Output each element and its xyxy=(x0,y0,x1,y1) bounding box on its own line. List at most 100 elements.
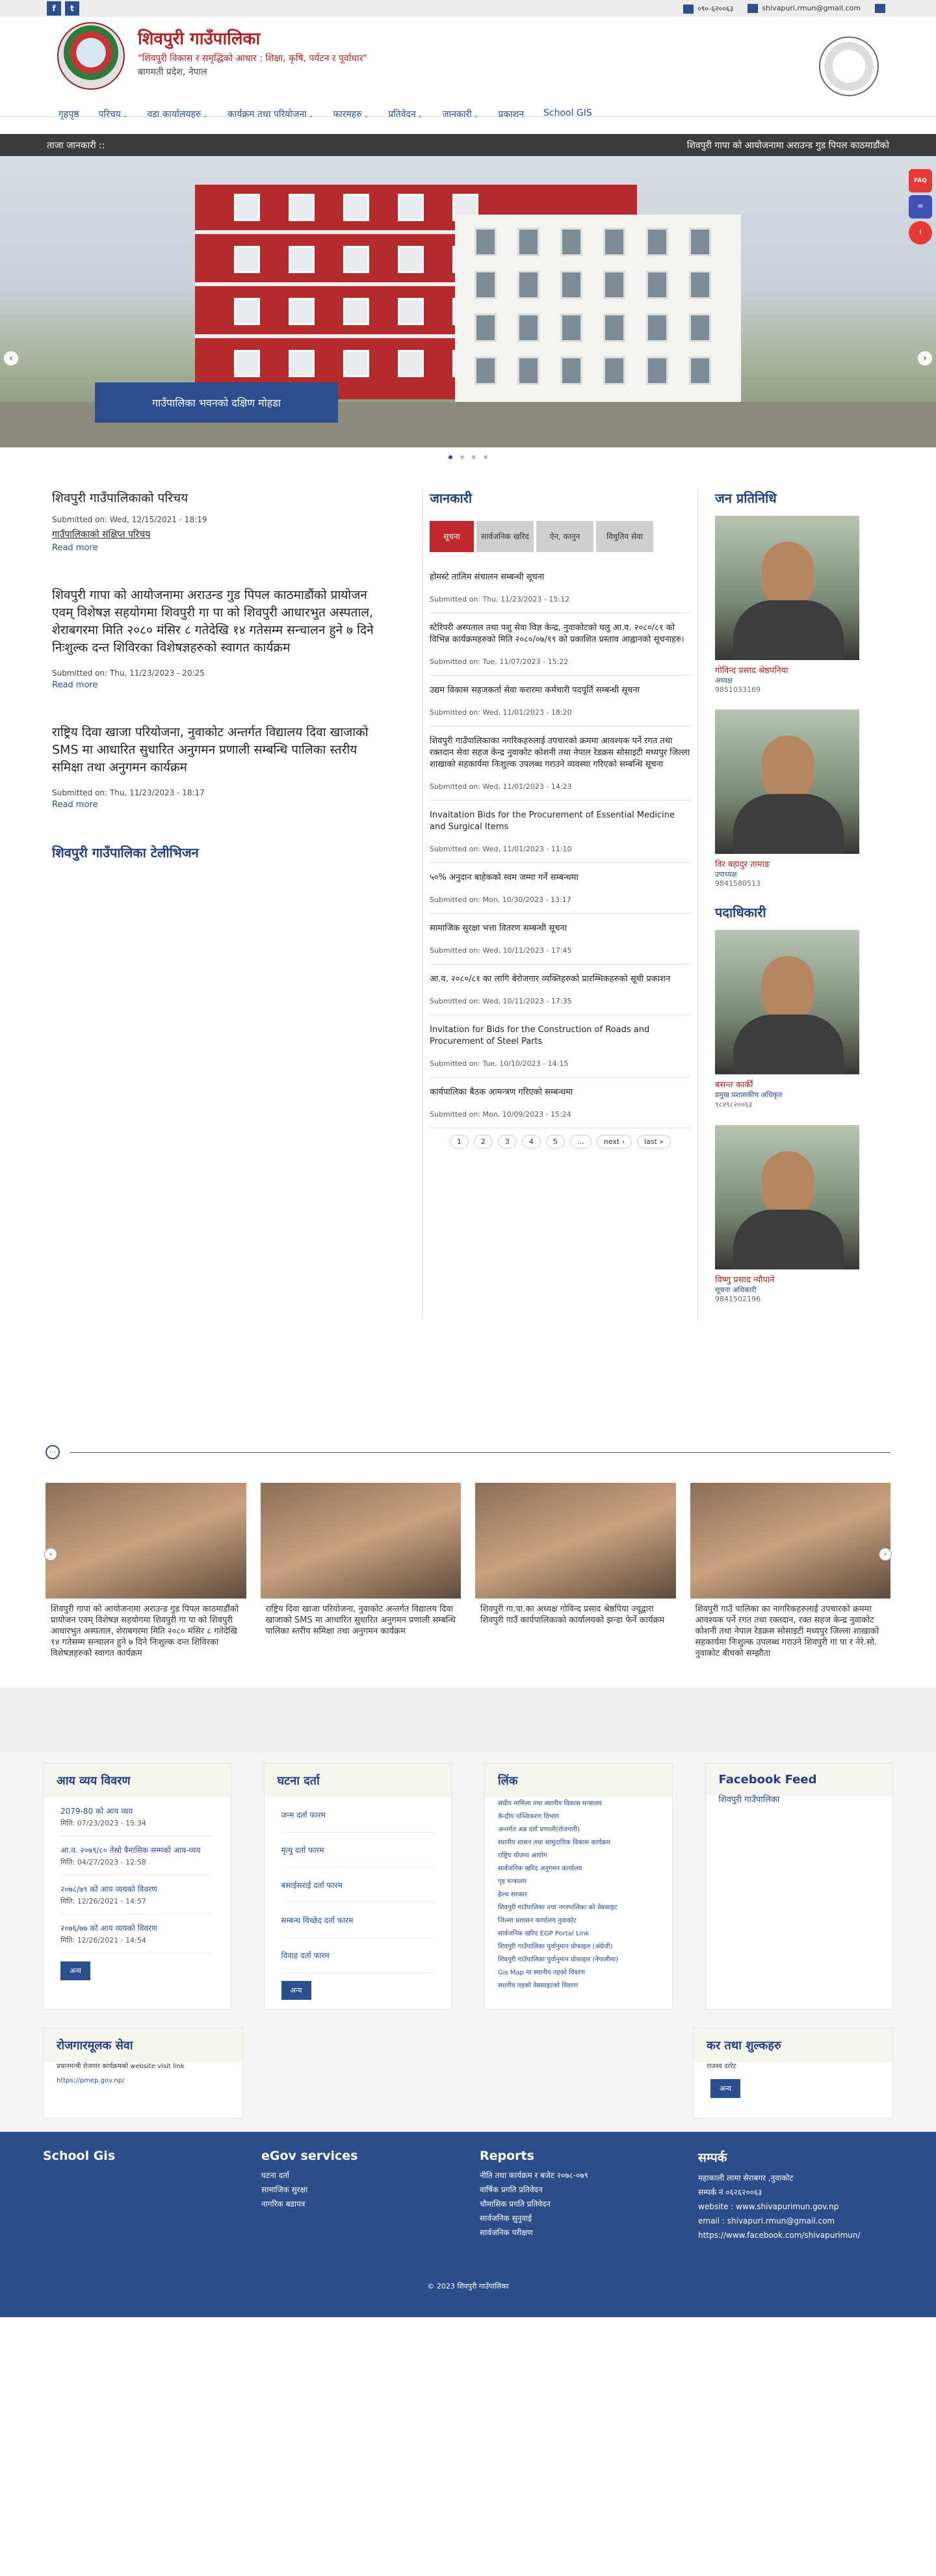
gallery-card[interactable]: शिवपुरी गाउँ पालिका का नागरिकहरुलाई उपचा… xyxy=(690,1483,890,1659)
slider-dot[interactable] xyxy=(448,455,452,459)
link-item[interactable]: केन्द्रीय पञ्जिकरण विभाग xyxy=(498,1811,659,1824)
nepal-emblem-logo[interactable] xyxy=(57,22,125,90)
link-item[interactable]: जिल्ला प्रशासन कार्यालय नुवाकोट xyxy=(498,1915,659,1928)
footer-link[interactable]: website : www.shivapurimun.gov.np xyxy=(698,2199,880,2214)
article-title[interactable]: शिवपुरी गापा को आयोजनामा अराउन्ड गुड पिप… xyxy=(52,587,390,657)
page-link[interactable]: 3 xyxy=(497,1135,517,1149)
slider-dot[interactable] xyxy=(472,455,476,459)
income-link[interactable]: २०७६/७७ को आय व्ययको विवरण xyxy=(60,1922,214,1933)
nav-item[interactable]: फारमहरु xyxy=(333,109,361,120)
read-more-link[interactable]: Read more xyxy=(52,543,390,553)
footer-link[interactable]: नीति तथा कार्यक्रम र बजेट २०७८-०७९ xyxy=(480,2168,662,2183)
slider-dot[interactable] xyxy=(460,455,464,459)
facebook-page-link[interactable]: शिवपुरी गाउँपालिका xyxy=(706,1796,893,1805)
facebook-icon[interactable]: f xyxy=(47,1,61,16)
footer-link[interactable]: वार्षिक प्रगति प्रतिवेदन xyxy=(480,2183,662,2197)
link-item[interactable]: राष्ट्रिय योजना आयोग xyxy=(498,1850,659,1863)
link-item[interactable]: शिवपुरी गाउँपालिका पुर्वानुमान प्रोफाइल … xyxy=(498,1941,659,1954)
twitter-icon[interactable]: t xyxy=(65,1,79,16)
link-item[interactable]: गृह मन्त्रालय xyxy=(498,1876,659,1889)
tab-2[interactable]: ऐन, कानुन xyxy=(536,521,593,552)
page-link[interactable]: … xyxy=(569,1135,592,1149)
link-item[interactable]: Gis Map मा स्थानीय तहको विवरण xyxy=(498,1967,659,1980)
notice-title[interactable]: स्टेरिपरी अस्पताल तथा पशु सेवा विज्ञ केन… xyxy=(430,622,691,646)
person-name[interactable]: गोविन्द प्रसाद श्रेष्ठपनिया xyxy=(715,664,864,676)
income-link[interactable]: २०७८/७९ को आय व्ययको विवरण xyxy=(60,1883,214,1894)
footer-link[interactable]: चौमासिक प्रगति प्रतिवेदन xyxy=(480,2197,662,2211)
hero-slider[interactable]: गाउँपालिका भवनको दक्षिण मोहडा ‹ › FAQ ✉ … xyxy=(0,156,936,447)
notice-title[interactable]: सामाजिक सुरक्षा भत्ता वितरण सम्बन्धी सूच… xyxy=(430,923,691,935)
nav-item[interactable]: परिचय xyxy=(99,109,121,120)
page-link[interactable]: 4 xyxy=(521,1135,541,1149)
link-item[interactable]: शिवपुरी गाउँपालिका तथा नगरपालिका को वेबस… xyxy=(498,1902,659,1915)
ticker-text[interactable]: शिवपुरी गापा को आयोजनामा अराउन्ड गुड पिप… xyxy=(687,139,889,152)
page-link[interactable]: 2 xyxy=(473,1135,493,1149)
tab-1[interactable]: सार्वजनिक खरिद xyxy=(476,521,534,552)
footer-link[interactable]: https://www.facebook.com/shivapurimun/ xyxy=(698,2228,880,2242)
gallery-next-button[interactable]: › xyxy=(879,1548,892,1561)
nav-item[interactable]: गृहपृष्ठ xyxy=(58,108,79,120)
link-item[interactable]: शिवपुरी गाउँपालिका पुर्वानुमान प्रोफाइल … xyxy=(498,1954,659,1967)
ghatana-link[interactable]: मृत्यु दर्ता फारम xyxy=(281,1844,435,1855)
nav-item-wrap[interactable]: जानकारी ⌄ xyxy=(442,108,478,120)
faq-icon[interactable]: FAQ xyxy=(909,169,932,193)
notice-title[interactable]: Invitation for Bids for the Construction… xyxy=(430,1024,691,1048)
link-item[interactable]: सार्वजनिक खरिद अनुगमन कार्यालय xyxy=(498,1863,659,1876)
nav-item-wrap[interactable]: कार्यक्रम तथा परियोजना ⌄ xyxy=(228,108,313,120)
footer-link[interactable]: सार्वजनिक परीक्षण xyxy=(480,2225,662,2240)
ghatana-link[interactable]: सम्बन्ध विच्छेद दर्ता फारम xyxy=(281,1915,435,1926)
income-more-button[interactable]: अन्य xyxy=(60,1961,91,1980)
page-link[interactable]: 1 xyxy=(449,1135,469,1149)
slider-dot[interactable] xyxy=(484,455,488,459)
message-icon[interactable]: ✉ xyxy=(909,195,932,219)
notice-title[interactable]: शिवपुरी गाउँपालिकाका नगरिकहरुलाई उपचारको… xyxy=(430,736,691,771)
link-item[interactable]: सार्वजनिक खरिद EGP Portal Link xyxy=(498,1928,659,1941)
nav-item[interactable]: School GIS xyxy=(543,108,592,120)
nav-item-wrap[interactable]: फारमहरु ⌄ xyxy=(333,108,369,120)
nav-item[interactable]: वडा कार्यालयहरु xyxy=(147,109,201,120)
rojgar-link[interactable]: https://pmep.gov.np/ xyxy=(44,2077,242,2086)
link-item[interactable]: हेल्थ सरकार xyxy=(498,1889,659,1902)
nav-item-wrap[interactable]: प्रतिवेदन ⌄ xyxy=(388,108,422,120)
link-item[interactable]: स्थानीय शासन तथा सामुदायिक विकास कार्यक्… xyxy=(498,1837,659,1850)
notice-title[interactable]: कार्यपालिका बैठक आमन्त्रण गरिएको सम्बन्ध… xyxy=(430,1087,691,1098)
notice-title[interactable]: Invaitation Bids for the Procurement of … xyxy=(430,810,691,833)
nav-item[interactable]: प्रकाशन xyxy=(498,108,524,120)
ghatana-more-button[interactable]: अन्य xyxy=(281,1981,311,2000)
nav-item[interactable]: प्रतिवेदन xyxy=(388,109,416,120)
gallery-card[interactable]: राष्ट्रिय दिवा खाजा परियोजना, नुवाकोट अन… xyxy=(260,1483,461,1659)
footer-link[interactable]: email : shivapuri.rmun@gmail.com xyxy=(698,2214,880,2228)
link-item[interactable]: स्थानीय तहको वेबसाइटको विवरण xyxy=(498,1980,659,1993)
nav-item[interactable]: जानकारी xyxy=(442,109,472,120)
notice-title[interactable]: आ.व. २०८०/८१ का लागि बेरोजगार व्यक्तिहरु… xyxy=(430,974,691,985)
article-title[interactable]: राष्ट्रिय दिवा खाजा परियोजना, नुवाकोट अन… xyxy=(52,724,390,777)
page-link[interactable]: 5 xyxy=(545,1135,565,1149)
nav-item-wrap[interactable]: वडा कार्यालयहरु ⌄ xyxy=(147,108,207,120)
intro-title[interactable]: शिवपुरी गाउँपालिकाको परिचय xyxy=(52,489,390,506)
page-link[interactable]: next › xyxy=(596,1135,632,1149)
gallery-card[interactable]: शिवपुरी गा.पा.का अध्यक्ष गोविन्द प्रसाद … xyxy=(475,1483,676,1659)
next-slide-button[interactable]: › xyxy=(918,351,932,365)
nav-item[interactable]: कार्यक्रम तथा परियोजना xyxy=(228,109,307,120)
notice-title[interactable]: ५०% अनुदान बाहेकको स्वम जम्मा गर्ने सम्ब… xyxy=(430,872,691,884)
read-more-link[interactable]: Read more xyxy=(52,800,390,810)
person-name[interactable]: बसन्त कार्की xyxy=(715,1078,864,1090)
tv-title[interactable]: शिवपुरी गाउँपालिका टेलीभिजन xyxy=(52,843,390,861)
email-contact[interactable]: shivapuri.rmun@gmail.com xyxy=(748,4,861,13)
intro-link[interactable]: गाउँपालिकाको संक्षिप्त परिचय xyxy=(52,528,390,540)
page-link[interactable]: last » xyxy=(637,1135,671,1149)
link-item[interactable]: अन्तर्गत अन्न दर्ता प्रणाली(रोजगारी) xyxy=(498,1824,659,1837)
link-item[interactable]: संघीय मामिला तथा स्थानीय विकास मन्त्रालय xyxy=(498,1798,659,1811)
notice-title[interactable]: उद्यम विकास सहजकर्ता सेवा करारमा कर्मचार… xyxy=(430,685,691,697)
person-name[interactable]: विर बहादुर तामाङ xyxy=(715,858,864,870)
footer-link[interactable]: सामाजिक सुरक्षा xyxy=(261,2183,443,2197)
sitemap-icon[interactable] xyxy=(875,4,885,13)
org-name[interactable]: शिवपुरी गाउँपालिका xyxy=(138,26,367,49)
income-link[interactable]: आ.व. २०७९/८० तेस्रो त्रैमासिक सम्मको आय-… xyxy=(60,1844,214,1855)
nav-item-wrap[interactable]: परिचय ⌄ xyxy=(99,108,128,120)
ghatana-link[interactable]: जन्म दर्ता फारम xyxy=(281,1809,435,1820)
ghatana-link[interactable]: विवाह दर्ता फारम xyxy=(281,1950,435,1961)
tab-3[interactable]: विधुतिय सेवा xyxy=(596,521,653,552)
read-more-link[interactable]: Read more xyxy=(52,680,390,690)
footer-link[interactable]: सम्पर्क नं ०६२६२००६३ xyxy=(698,2185,880,2199)
